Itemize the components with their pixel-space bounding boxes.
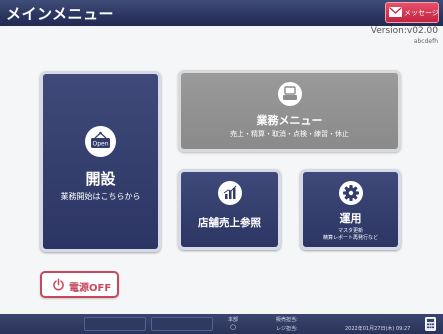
envelope-icon <box>389 7 402 17</box>
page-title: メインメニュー <box>6 5 115 23</box>
open-sign-icon: Open <box>85 126 116 157</box>
gear-icon <box>339 181 363 205</box>
business-menu-subtitle: 売上・精算・取消・点検・練習・休止 <box>230 130 349 138</box>
business-menu-title: 業務メニュー <box>256 114 323 127</box>
status-footer: 本部 ○ 販売担当: レジ担当: 2022年01月27日(木) 09:27 <box>0 314 443 334</box>
footer-slot-1 <box>84 317 146 331</box>
operations-line2: 精算レポート再発行など <box>322 235 378 241</box>
open-sign-text: Open <box>92 141 108 148</box>
register-icon <box>278 82 302 106</box>
power-icon <box>53 278 64 291</box>
store-sales-title: 店舗売上参照 <box>198 217 261 229</box>
message-button[interactable]: メッセージ <box>385 2 439 23</box>
open-business-tile[interactable]: Open 開設 業務開始はこちらから <box>40 71 161 252</box>
sales-person-label: 販売担当: <box>276 317 298 323</box>
operations-title: 運用 <box>339 212 362 225</box>
shop-label: 本部 <box>228 317 239 323</box>
footer-slot-2 <box>151 317 213 331</box>
bar-chart-icon <box>218 181 242 205</box>
open-business-title: 開設 <box>85 170 116 188</box>
calculator-icon[interactable] <box>425 317 436 331</box>
operations-line1: マスタ更新 <box>337 228 363 234</box>
power-off-label: 電源OFF <box>69 283 112 294</box>
power-off-button[interactable]: 電源OFF <box>40 271 119 298</box>
datetime-display: 2022年01月27日(木) 09:27 <box>345 326 411 332</box>
version-subtext: abcdefh <box>413 38 438 45</box>
status-indicator: ○ <box>230 323 237 331</box>
operations-tile[interactable]: 運用 マスタ更新 精算レポート再発行など <box>300 169 401 250</box>
business-menu-tile[interactable]: 業務メニュー 売上・精算・取消・点検・練習・休止 <box>178 70 401 152</box>
register-person-label: レジ担当: <box>276 326 298 332</box>
app-header: メインメニュー メッセージ <box>0 0 443 26</box>
version-text: Version:v02.00 <box>370 26 438 36</box>
store-sales-tile[interactable]: 店舗売上参照 <box>178 169 281 250</box>
message-button-label: メッセージ <box>404 9 439 17</box>
open-business-subtitle: 業務開始はこちらから <box>60 192 141 201</box>
